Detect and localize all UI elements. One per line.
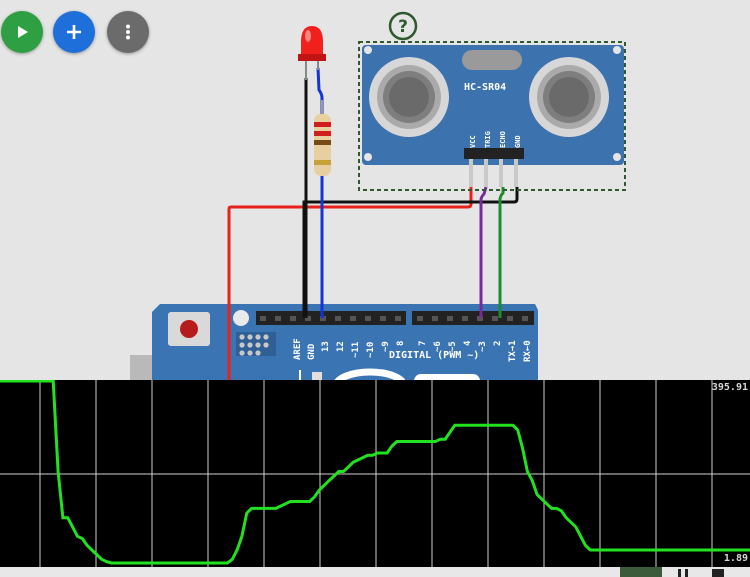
- digital-pwm-label: DIGITAL (PWM ~): [389, 350, 479, 361]
- transducer-right: [529, 57, 609, 137]
- chart-icon[interactable]: [620, 567, 662, 577]
- y-max-label: 395.91: [711, 382, 748, 393]
- plotter-statusbar: [0, 567, 750, 577]
- plus-icon: [67, 25, 81, 39]
- pin-label-11: ~11: [351, 342, 361, 358]
- sensor-name: HC-SR04: [464, 82, 506, 93]
- pin-label-12: 12: [336, 341, 346, 352]
- arduino-board[interactable]: AREF GND 13 12 ~11 ~10 ~9 8 7 ~6 ~5 4 ~3…: [130, 304, 538, 380]
- y-min-label: 1.89: [723, 553, 748, 564]
- simulation-canvas[interactable]: AREF GND 13 12 ~11 ~10 ~9 8 7 ~6 ~5 4 ~3…: [0, 0, 750, 380]
- pause-icon[interactable]: [678, 569, 688, 577]
- pin-label-4: 4: [463, 340, 473, 346]
- crystal: [462, 50, 522, 70]
- led-l: [312, 372, 322, 380]
- sensor-pin-vcc: VCC: [469, 135, 477, 148]
- pin-label-rx0: RX←0: [523, 340, 533, 362]
- question-mark-icon[interactable]: ?: [388, 11, 418, 41]
- pin-label-gnd: GND: [307, 343, 317, 360]
- plotter-grid: [0, 380, 750, 567]
- icsp-header: [236, 332, 276, 356]
- serial-plotter: 395.91 1.89: [0, 380, 750, 567]
- add-part-button[interactable]: [53, 11, 95, 53]
- pin-label-aref: AREF: [293, 338, 303, 360]
- trash-icon[interactable]: [712, 569, 724, 577]
- pin-label-2: 2: [493, 341, 503, 346]
- sensor-pin-echo: ECHO: [499, 131, 507, 148]
- more-vertical-icon: [126, 24, 130, 40]
- sensor-pin-header: [464, 148, 524, 187]
- pin-label-7: 7: [418, 341, 428, 346]
- header-right: [412, 311, 534, 325]
- resistor[interactable]: [314, 100, 331, 176]
- mounting-hole: [233, 310, 249, 326]
- plot-series-line: [0, 380, 750, 565]
- pin-label-tx1: TX→1: [508, 340, 518, 362]
- sensor-pin-gnd: GND: [514, 135, 522, 148]
- red-led[interactable]: [298, 26, 326, 80]
- play-icon: [18, 26, 28, 38]
- more-options-button[interactable]: [107, 11, 149, 53]
- pin-label-10: ~10: [366, 342, 376, 358]
- reset-button[interactable]: [180, 320, 198, 338]
- svg-text:?: ?: [398, 17, 408, 37]
- pin-label-13: 13: [321, 341, 331, 352]
- pin-label-3: ~3: [478, 341, 488, 352]
- transducer-left: [369, 57, 449, 137]
- sensor-pin-trig: TRIG: [484, 131, 492, 148]
- pin-label-8: 8: [396, 341, 406, 346]
- start-simulation-button[interactable]: [1, 11, 43, 53]
- hc-sr04-sensor[interactable]: HC-SR04 VCC TRIG ECHO GND: [358, 41, 626, 191]
